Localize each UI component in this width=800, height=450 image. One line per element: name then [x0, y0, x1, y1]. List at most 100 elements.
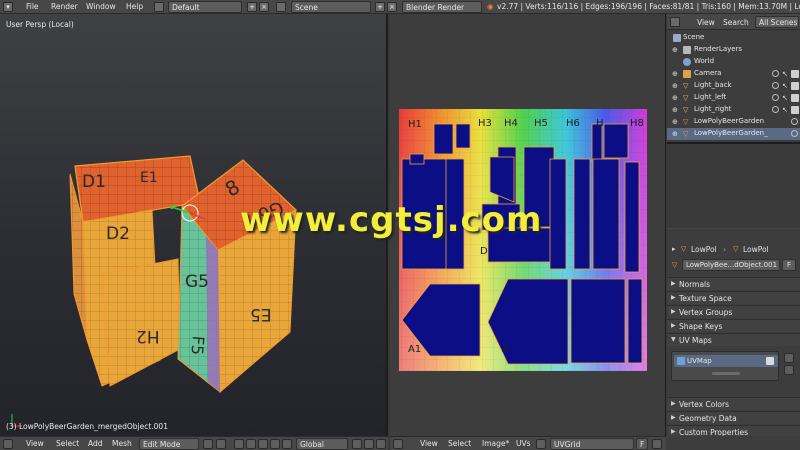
add-uv-map-button[interactable]: [784, 353, 794, 363]
scene-icon[interactable]: [276, 2, 286, 12]
fake-user-button[interactable]: F: [636, 438, 648, 450]
collapse-arrow-icon: ▶: [671, 414, 676, 421]
list-resize-handle[interactable]: [712, 372, 740, 375]
outliner-item-camera[interactable]: ⊕ Camera ↖: [667, 68, 800, 80]
face-label: G5: [185, 272, 209, 292]
display-mode-selector[interactable]: All Scenes: [755, 16, 799, 28]
expand-icon[interactable]: ⊕: [672, 106, 678, 114]
visibility-icon[interactable]: [791, 130, 798, 137]
translate-icon[interactable]: [246, 439, 256, 449]
outliner-search-menu[interactable]: Search: [723, 18, 749, 27]
outliner-item-world[interactable]: World: [667, 56, 800, 68]
visibility-icon[interactable]: [772, 94, 779, 101]
render-icon[interactable]: [791, 106, 799, 114]
edge-select-icon[interactable]: [364, 439, 374, 449]
viewport-view-menu[interactable]: View: [26, 439, 44, 448]
uv-uvs-menu[interactable]: UVs: [516, 439, 531, 448]
menu-file[interactable]: File: [26, 2, 39, 11]
uv-label: H1: [408, 119, 422, 130]
uv-select-menu[interactable]: Select: [448, 439, 471, 448]
outliner-item-light-left[interactable]: ⊕ ▽ Light_left ↖: [667, 92, 800, 104]
outliner-item-lowpolybeergarden-merged[interactable]: ⊕ ▽ LowPolyBeerGarden_: [667, 128, 800, 140]
unlink-image-icon[interactable]: [652, 439, 662, 449]
viewport-add-menu[interactable]: Add: [88, 439, 103, 448]
panel-texture-space[interactable]: ▶ Texture Space: [667, 291, 800, 304]
expand-icon[interactable]: ⊕: [672, 82, 678, 90]
outliner-item-light-back[interactable]: ⊕ ▽ Light_back ↖: [667, 80, 800, 92]
outliner-header: View Search All Scenes: [667, 14, 800, 30]
transform-orientation-icon[interactable]: [282, 439, 292, 449]
viewport-mesh-menu[interactable]: Mesh: [112, 439, 132, 448]
select-arrow-icon[interactable]: ↖: [782, 106, 788, 114]
editor-type-icon[interactable]: [3, 439, 13, 449]
render-icon[interactable]: [791, 94, 799, 102]
scene-selector[interactable]: Scene: [291, 1, 371, 13]
layout-icon[interactable]: [154, 2, 164, 12]
expand-icon[interactable]: ⊕: [672, 130, 678, 138]
visibility-icon[interactable]: [791, 118, 798, 125]
menu-render[interactable]: Render: [51, 2, 78, 11]
uv-image-menu[interactable]: Image*: [482, 439, 509, 448]
pivot-point-icon[interactable]: [216, 439, 226, 449]
outliner-item-light-right[interactable]: ⊕ ▽ Light_right ↖: [667, 104, 800, 116]
panel-vertex-groups[interactable]: ▶ Vertex Groups: [667, 305, 800, 318]
fake-user-button[interactable]: F: [782, 259, 796, 271]
outliner[interactable]: View Search All Scenes Scene ⊕ RenderLay…: [667, 14, 800, 144]
select-arrow-icon[interactable]: ↖: [782, 82, 788, 90]
remove-uv-map-button[interactable]: [784, 365, 794, 375]
panel-geometry-data[interactable]: ▶ Geometry Data: [667, 411, 800, 424]
image-browse-icon[interactable]: [536, 439, 546, 449]
outliner-item-lowpolybeergarden[interactable]: ⊕ ▽ LowPolyBeerGarden: [667, 116, 800, 128]
expand-icon[interactable]: ⊕: [672, 46, 678, 54]
viewport-shading-icon[interactable]: [203, 439, 213, 449]
render-icon[interactable]: [791, 70, 799, 78]
uv-map-item[interactable]: UVMap: [674, 355, 778, 367]
mesh-name-field[interactable]: LowPolyBee...dObject.001: [682, 259, 780, 271]
pin-icon[interactable]: ▸: [672, 245, 678, 253]
menu-window[interactable]: Window: [86, 2, 116, 11]
layout-selector[interactable]: Default: [168, 1, 242, 13]
outliner-item-renderlayers[interactable]: ⊕ RenderLayers: [667, 44, 800, 56]
expand-icon[interactable]: ⊕: [672, 70, 678, 78]
properties-editor[interactable]: ▸ ▽ LowPol › ▽ LowPol ▽ LowPolyBee...dOb…: [667, 229, 800, 450]
render-engine-selector[interactable]: Blender Render: [402, 1, 482, 13]
editor-type-icon[interactable]: [393, 439, 403, 449]
uv-label: A: [502, 344, 509, 355]
outliner-item-scene[interactable]: Scene: [667, 32, 800, 44]
mode-selector[interactable]: Edit Mode: [139, 438, 199, 450]
select-arrow-icon[interactable]: ↖: [782, 94, 788, 102]
expand-icon[interactable]: ⊕: [672, 118, 678, 126]
render-icon[interactable]: [791, 82, 799, 90]
add-scene-icon[interactable]: +: [375, 2, 385, 12]
uv-maps-list[interactable]: UVMap: [671, 351, 779, 381]
active-render-icon[interactable]: [766, 357, 774, 365]
visibility-icon[interactable]: [772, 106, 779, 113]
uv-view-menu[interactable]: View: [420, 439, 438, 448]
editor-type-icon[interactable]: [670, 17, 680, 27]
panel-vertex-colors[interactable]: ▶ Vertex Colors: [667, 397, 800, 410]
remove-layout-icon[interactable]: ×: [259, 2, 269, 12]
face-select-icon[interactable]: [376, 439, 386, 449]
orientation-selector[interactable]: Global: [296, 438, 348, 450]
menu-help[interactable]: Help: [126, 2, 143, 11]
expand-icon[interactable]: ⊕: [672, 94, 678, 102]
uv-label: A1: [408, 344, 422, 355]
manipulator-icon[interactable]: [234, 439, 244, 449]
add-layout-icon[interactable]: +: [247, 2, 257, 12]
select-arrow-icon[interactable]: ↖: [782, 70, 788, 78]
scale-icon[interactable]: [270, 439, 280, 449]
panel-uv-maps[interactable]: ▼ UV Maps: [667, 333, 800, 346]
image-name-field[interactable]: UVGrid: [550, 438, 634, 450]
camera-icon: [683, 70, 691, 78]
visibility-icon[interactable]: [772, 82, 779, 89]
remove-scene-icon[interactable]: ×: [387, 2, 397, 12]
editor-type-icon[interactable]: ▾: [3, 2, 13, 12]
outliner-view-menu[interactable]: View: [697, 18, 715, 27]
vertex-select-icon[interactable]: [352, 439, 362, 449]
panel-shape-keys[interactable]: ▶ Shape Keys: [667, 319, 800, 332]
viewport-select-menu[interactable]: Select: [56, 439, 79, 448]
panel-normals[interactable]: ▶ Normals: [667, 277, 800, 290]
visibility-icon[interactable]: [772, 70, 779, 77]
properties-header-area: [667, 144, 800, 242]
rotate-icon[interactable]: [258, 439, 268, 449]
